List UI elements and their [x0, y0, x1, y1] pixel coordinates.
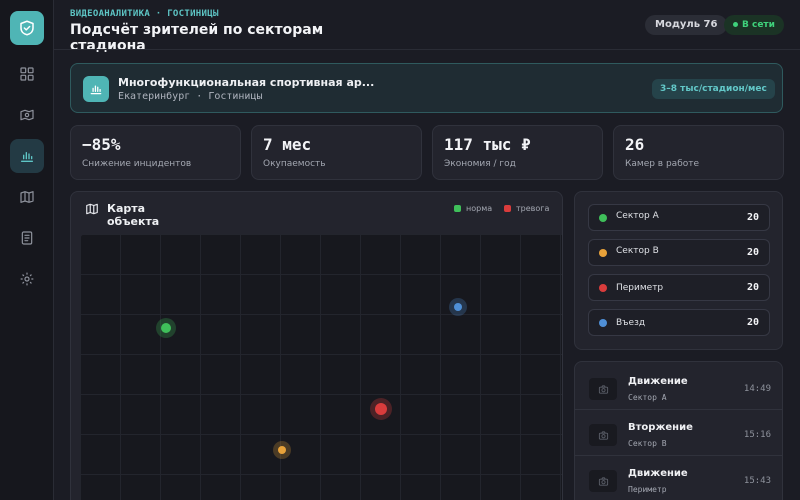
event-item[interactable]: Движение Периметр 15:43	[575, 456, 782, 500]
event-time: 15:43	[743, 476, 771, 486]
event-type: Движение	[628, 376, 688, 387]
object-category: Гостиницы	[208, 91, 263, 102]
events-panel: Движение Сектор А 14:49 Вторжение Сектор…	[574, 361, 783, 500]
camera-marker-entrance[interactable]	[449, 298, 467, 316]
camera-icon	[598, 430, 608, 440]
kpi-card: 7 мес Окупаемость	[251, 125, 422, 180]
sector-row[interactable]: Периметр 20	[588, 274, 770, 301]
legend-item-normal: норма	[454, 204, 492, 213]
map-panel: Карта объекта норма тревога	[70, 191, 563, 500]
kpi-card: 26 Камер в работе	[613, 125, 784, 180]
status-dot-icon	[733, 22, 738, 27]
kpi-label: Камер в работе	[625, 159, 700, 169]
kpi-value: 117 тыс ₽	[444, 135, 531, 154]
camera-marker-sector-a[interactable]	[156, 318, 176, 338]
sector-dot	[599, 319, 607, 327]
map-canvas[interactable]	[80, 234, 562, 500]
legend-swatch	[504, 205, 511, 212]
sector-row[interactable]: Сектор А 20	[588, 204, 770, 231]
sector-name: Сектор В	[616, 246, 659, 256]
nav-cameras[interactable]	[10, 98, 44, 132]
kpi-label: Экономия / год	[444, 159, 516, 169]
kpi-value: −85%	[82, 135, 121, 154]
event-time: 15:16	[743, 430, 771, 440]
map-icon	[86, 203, 98, 215]
event-type: Вторжение	[628, 422, 693, 433]
camera-map-icon	[20, 109, 34, 121]
sector-name: Въезд	[616, 318, 646, 328]
event-item[interactable]: Движение Сектор А 14:49	[575, 364, 782, 410]
sector-row[interactable]: Сектор В 20	[588, 239, 770, 266]
event-time: 14:49	[743, 384, 771, 394]
object-icon	[83, 76, 109, 102]
gear-icon	[20, 272, 34, 286]
legend-label: норма	[466, 204, 493, 213]
sector-count: 20	[746, 282, 759, 293]
kpi-card: −85% Снижение инцидентов	[70, 125, 241, 180]
legend-item-alarm: тревога	[504, 204, 549, 213]
sidebar	[0, 0, 54, 500]
sector-dot	[599, 249, 607, 257]
event-type: Движение	[628, 468, 688, 479]
bar-chart-icon	[90, 85, 102, 95]
sector-dot	[599, 284, 607, 292]
event-sector: Сектор В	[628, 439, 667, 448]
sector-count: 20	[746, 317, 759, 328]
sector-count: 20	[746, 247, 759, 258]
event-sector: Сектор А	[628, 393, 667, 402]
throughput-chip: 3–8 тыс/стадион/мес	[652, 79, 775, 99]
nav-map[interactable]	[10, 180, 44, 214]
kpi-card: 117 тыс ₽ Экономия / год	[432, 125, 603, 180]
kpi-label: Снижение инцидентов	[82, 159, 192, 169]
camera-marker-sector-b[interactable]	[273, 441, 291, 459]
grid-icon	[20, 67, 34, 81]
nav-settings[interactable]	[10, 262, 44, 296]
nav-reports[interactable]	[10, 221, 44, 255]
object-card[interactable]: Многофункциональная спортивная ар... Ека…	[70, 63, 783, 113]
event-thumbnail	[589, 424, 617, 446]
legend-label: тревога	[516, 204, 550, 213]
object-name: Многофункциональная спортивная ар...	[118, 76, 375, 89]
app-logo[interactable]	[10, 11, 44, 45]
module-badge[interactable]: Модуль 76	[645, 15, 728, 35]
camera-icon	[598, 476, 608, 486]
header-divider	[54, 49, 800, 50]
sector-count: 20	[746, 212, 759, 223]
sector-dot	[599, 214, 607, 222]
object-subtitle: Екатеринбург · Гостиницы	[118, 91, 263, 102]
event-sector: Периметр	[628, 485, 667, 494]
sector-counts-panel: Сектор А 20 Сектор В 20 Периметр 20 Въез…	[574, 191, 783, 350]
kpi-value: 26	[625, 135, 645, 154]
kpi-value: 7 мес	[263, 135, 312, 154]
shield-check-icon	[20, 20, 34, 36]
event-thumbnail	[589, 378, 617, 400]
status-text: В сети	[742, 20, 775, 30]
event-item[interactable]: Вторжение Сектор В 15:16	[575, 410, 782, 456]
bar-chart-icon	[21, 152, 33, 162]
camera-marker-perimeter[interactable]	[370, 398, 392, 420]
sector-name: Сектор А	[616, 211, 659, 221]
map-title: Карта объекта	[107, 202, 160, 228]
status-badge: В сети	[724, 15, 784, 35]
sector-name: Периметр	[616, 283, 664, 293]
event-thumbnail	[589, 470, 617, 492]
map-icon	[20, 191, 34, 203]
sector-row[interactable]: Въезд 20	[588, 309, 770, 336]
nav-dashboard[interactable]	[10, 57, 44, 91]
legend-swatch	[454, 205, 461, 212]
document-icon	[21, 231, 33, 245]
nav-analytics[interactable]	[10, 139, 44, 173]
camera-icon	[598, 384, 608, 394]
object-city: Екатеринбург	[118, 91, 191, 102]
kpi-label: Окупаемость	[263, 159, 326, 169]
breadcrumb: ВИДЕОАНАЛИТИКА · ГОСТИНИЦЫ	[70, 9, 219, 19]
